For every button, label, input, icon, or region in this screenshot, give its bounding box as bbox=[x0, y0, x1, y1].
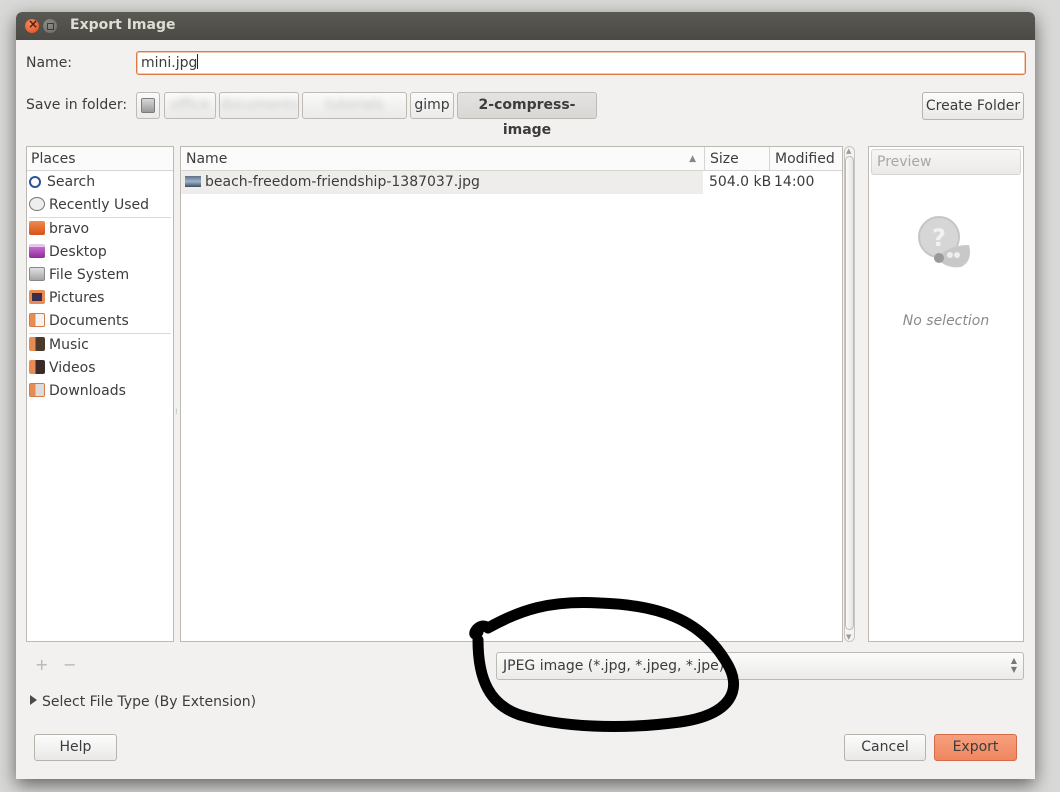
select-arrows-icon: ▲ ▼ bbox=[1010, 656, 1017, 674]
no-selection-text: No selection bbox=[902, 313, 990, 329]
window-title: Export Image bbox=[70, 17, 176, 33]
place-desktop[interactable]: Desktop bbox=[27, 241, 173, 264]
file-row[interactable]: beach-freedom-friendship-1387037.jpg 504… bbox=[181, 171, 842, 194]
maximize-icon[interactable] bbox=[43, 19, 57, 33]
hard-disk-icon bbox=[29, 267, 45, 281]
places-header[interactable]: Places bbox=[27, 147, 173, 171]
file-list: Name ▲ Size Modified beach-freedom-friend… bbox=[180, 146, 843, 642]
preview-pane: Preview ? No selection bbox=[868, 146, 1024, 642]
file-modified-cell: 14:00 bbox=[774, 174, 815, 190]
expander-triangle-icon bbox=[30, 695, 37, 705]
name-input[interactable]: mini.jpg bbox=[136, 51, 1026, 75]
place-search[interactable]: Search bbox=[27, 171, 173, 194]
image-thumbnail-icon bbox=[185, 176, 201, 187]
clock-icon bbox=[29, 197, 45, 211]
hard-disk-icon bbox=[141, 98, 155, 113]
sort-ascending-icon: ▲ bbox=[689, 154, 696, 164]
file-name-cell[interactable]: beach-freedom-friendship-1387037.jpg bbox=[181, 171, 703, 194]
pictures-folder-icon bbox=[29, 290, 45, 304]
export-image-dialog: Export Image Name: mini.jpg Save in fold… bbox=[16, 12, 1035, 779]
path-segment-current[interactable]: 2-compress-image bbox=[457, 92, 597, 138]
place-pictures[interactable]: Pictures bbox=[27, 287, 173, 310]
select-file-type-expander[interactable]: Select File Type (By Extension) bbox=[30, 694, 256, 710]
help-button[interactable]: Help bbox=[34, 734, 117, 761]
search-icon bbox=[29, 176, 41, 188]
place-home[interactable]: bravo bbox=[27, 218, 173, 241]
place-documents[interactable]: Documents bbox=[27, 310, 173, 333]
gimp-question-icon: ? bbox=[918, 216, 970, 268]
place-downloads[interactable]: Downloads bbox=[27, 380, 173, 403]
place-file-system[interactable]: File System bbox=[27, 264, 173, 287]
downloads-folder-icon bbox=[29, 383, 45, 397]
name-value: mini.jpg bbox=[141, 55, 198, 71]
scroll-down-icon[interactable]: ▼ bbox=[846, 633, 851, 641]
path-segment-3[interactable]: tutorials bbox=[302, 92, 407, 119]
path-segment-2[interactable]: documents bbox=[219, 92, 299, 119]
column-header-name[interactable]: Name ▲ bbox=[181, 147, 704, 171]
place-recently-used[interactable]: Recently Used bbox=[27, 194, 173, 217]
create-folder-button[interactable]: Create Folder bbox=[922, 92, 1024, 120]
path-segment-1[interactable]: office bbox=[164, 92, 216, 119]
title-bar[interactable]: Export Image bbox=[16, 12, 1035, 40]
preview-header: Preview bbox=[871, 149, 1021, 175]
scroll-up-icon[interactable]: ▲ bbox=[846, 147, 851, 155]
file-type-filter[interactable]: JPEG image (*.jpg, *.jpeg, *.jpe) ▲ ▼ bbox=[496, 652, 1024, 680]
path-root-button[interactable] bbox=[136, 92, 160, 119]
path-segment-gimp[interactable]: gimp bbox=[410, 92, 454, 119]
desktop-icon bbox=[29, 244, 45, 258]
pane-resize-handle[interactable]: ⁞ bbox=[175, 407, 178, 416]
remove-bookmark-button[interactable]: − bbox=[63, 655, 76, 674]
add-bookmark-button[interactable]: + bbox=[35, 655, 48, 674]
documents-folder-icon bbox=[29, 313, 45, 327]
music-folder-icon bbox=[29, 337, 45, 351]
place-videos[interactable]: Videos bbox=[27, 357, 173, 380]
file-list-scrollbar[interactable]: ▲ ▼ bbox=[844, 146, 855, 642]
save-in-folder-label: Save in folder: bbox=[26, 97, 128, 113]
column-header-modified[interactable]: Modified bbox=[769, 147, 842, 171]
scrollbar-thumb[interactable] bbox=[845, 156, 854, 630]
name-label: Name: bbox=[26, 55, 73, 71]
column-header-size[interactable]: Size bbox=[704, 147, 769, 171]
cancel-button[interactable]: Cancel bbox=[844, 734, 926, 761]
places-sidebar: Places Search Recently Used bravo Deskto… bbox=[26, 146, 174, 642]
text-caret bbox=[197, 54, 199, 69]
export-button[interactable]: Export bbox=[934, 734, 1017, 761]
file-size-cell: 504.0 kB bbox=[709, 174, 772, 190]
svg-text:?: ? bbox=[932, 224, 946, 252]
videos-folder-icon bbox=[29, 360, 45, 374]
file-type-filter-value: JPEG image (*.jpg, *.jpeg, *.jpe) bbox=[503, 658, 725, 674]
place-music[interactable]: Music bbox=[27, 334, 173, 357]
close-icon[interactable] bbox=[25, 17, 39, 33]
home-folder-icon bbox=[29, 221, 45, 235]
